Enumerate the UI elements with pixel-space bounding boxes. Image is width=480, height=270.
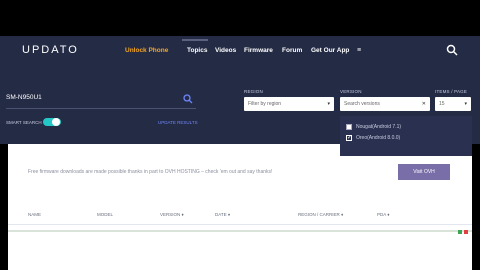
region-select[interactable]: Filter by region ▾ <box>244 97 334 111</box>
version-option-label[interactable]: Oreo(Android 8.0.0) <box>356 135 400 141</box>
version-option-checkbox[interactable] <box>346 134 352 141</box>
left-letterbox <box>0 144 8 270</box>
chevron-down-icon: ▾ <box>327 101 330 107</box>
model-search-input[interactable]: SM-N950U1 <box>6 94 196 106</box>
hamburger-icon[interactable]: ≡ <box>357 47 361 54</box>
column-header-date[interactable]: DATE ♦ <box>215 212 230 217</box>
column-header-name[interactable]: NAME <box>28 212 41 217</box>
toggle-knob <box>52 118 60 126</box>
column-header-version[interactable]: VERSION ♦ <box>160 212 184 217</box>
nav-active-indicator <box>182 39 208 41</box>
items-per-page-select[interactable]: 15 ▾ <box>435 97 471 111</box>
nav-item-forum[interactable]: Forum <box>282 47 302 54</box>
items-per-page-label: ITEMS / PAGE <box>435 89 468 94</box>
smart-search-label: SMART SEARCH <box>6 120 42 125</box>
site-logo[interactable]: UPDATO <box>22 44 79 56</box>
nav-item-topics[interactable]: Topics <box>187 47 207 54</box>
items-per-page-value: 15 <box>439 101 445 107</box>
column-header-region[interactable]: REGION / CARRIER ♦ <box>298 212 343 217</box>
region-placeholder: Filter by region <box>248 101 282 107</box>
app-frame: UPDATO Unlock Phone Topics Videos Firmwa… <box>0 0 480 270</box>
version-placeholder: Search versions <box>344 101 380 107</box>
nav-item-get-our-app[interactable]: Get Our App <box>311 47 349 54</box>
region-label: REGION <box>244 89 263 94</box>
version-option-checkbox[interactable] <box>346 124 352 130</box>
status-marker <box>458 230 462 234</box>
table-divider <box>8 224 472 225</box>
nav-item-firmware[interactable]: Firmware <box>244 47 273 54</box>
top-letterbox <box>0 0 480 36</box>
version-search-input[interactable]: Search versions ✕ <box>340 97 430 111</box>
version-label: VERSION <box>340 89 362 94</box>
column-header-pda[interactable]: PDA ♦ <box>377 212 390 217</box>
version-option-label[interactable]: Nougat(Android 7.1) <box>356 124 401 130</box>
update-results-link[interactable]: UPDATE RESULTS <box>158 120 198 125</box>
search-icon[interactable] <box>446 44 458 56</box>
right-letterbox <box>472 144 480 270</box>
model-search-icon[interactable] <box>183 94 193 104</box>
column-header-model[interactable]: MODEL <box>97 212 113 217</box>
status-marker <box>464 230 468 234</box>
visit-ovh-button[interactable]: Visit OVH <box>398 164 450 180</box>
table-row-accent <box>8 230 472 232</box>
version-options-dropdown: Nougat(Android 7.1) Oreo(Android 8.0.0) <box>340 116 472 156</box>
model-input-underline <box>6 108 196 109</box>
nav-item-videos[interactable]: Videos <box>215 47 236 54</box>
nav-item-unlock-phone[interactable]: Unlock Phone <box>125 47 168 54</box>
clear-icon[interactable]: ✕ <box>422 97 426 111</box>
content-area <box>0 144 480 270</box>
sponsor-message: Free firmware downloads are made possibl… <box>28 169 273 175</box>
chevron-down-icon: ▾ <box>464 101 467 107</box>
